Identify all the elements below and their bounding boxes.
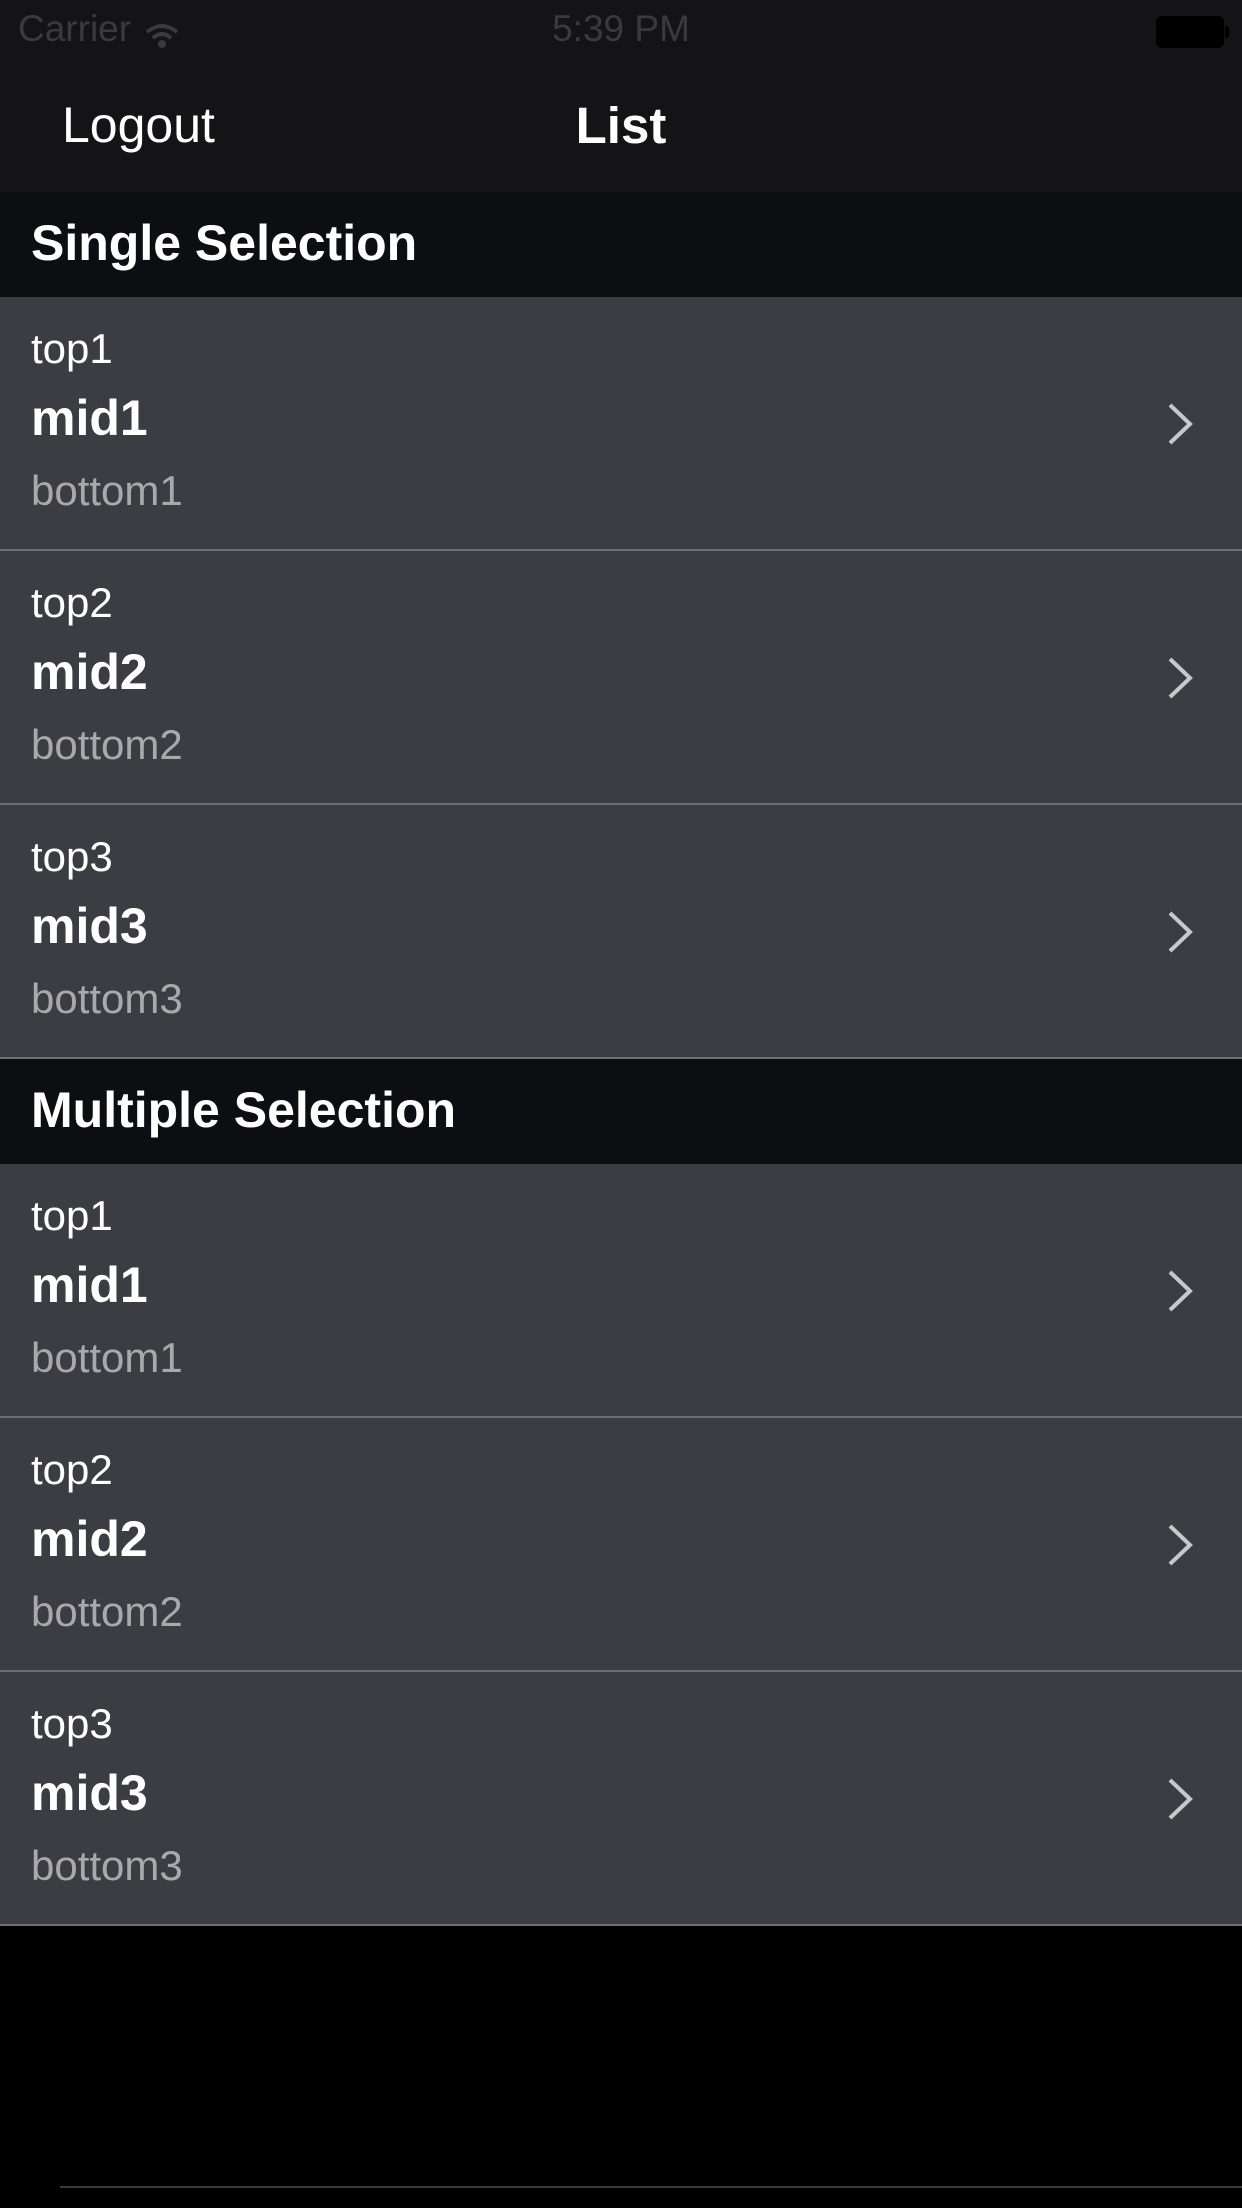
chevron-right-icon bbox=[1168, 1778, 1193, 1820]
list-item[interactable]: top2 mid2 bottom2 bbox=[0, 1418, 1242, 1672]
row-mid-label: mid2 bbox=[31, 1511, 148, 1567]
row-mid-label: mid1 bbox=[31, 390, 148, 446]
row-bottom-label: bottom2 bbox=[31, 1588, 183, 1635]
navigation-bar: Logout List bbox=[0, 60, 1242, 192]
row-top-label: top2 bbox=[31, 579, 113, 626]
row-bottom-label: bottom1 bbox=[31, 1334, 183, 1381]
row-mid-label: mid1 bbox=[31, 1257, 148, 1313]
row-mid-label: mid2 bbox=[31, 644, 148, 700]
chevron-right-icon bbox=[1168, 1270, 1193, 1312]
list-item[interactable]: top1 mid1 bottom1 bbox=[0, 1164, 1242, 1418]
row-bottom-label: bottom3 bbox=[31, 975, 183, 1022]
battery-icon bbox=[1156, 16, 1229, 48]
row-top-label: top2 bbox=[31, 1446, 113, 1493]
row-top-label: top3 bbox=[31, 833, 113, 880]
table-view[interactable]: Single Selection top1 mid1 bottom1 top2 … bbox=[0, 192, 1242, 1926]
chevron-right-icon bbox=[1168, 911, 1193, 953]
row-bottom-label: bottom1 bbox=[31, 467, 183, 514]
status-bar: Carrier 5:39 PM bbox=[0, 0, 1242, 60]
list-item[interactable]: top3 mid3 bottom3 bbox=[0, 805, 1242, 1059]
section-header-single-selection: Single Selection bbox=[0, 192, 1242, 297]
chevron-right-icon bbox=[1168, 1524, 1193, 1566]
chevron-right-icon bbox=[1168, 403, 1193, 445]
row-top-label: top1 bbox=[31, 325, 113, 372]
list-item[interactable]: top3 mid3 bottom3 bbox=[0, 1672, 1242, 1926]
row-bottom-label: bottom3 bbox=[31, 1842, 183, 1889]
row-bottom-label: bottom2 bbox=[31, 721, 183, 768]
section-header-multiple-selection: Multiple Selection bbox=[0, 1059, 1242, 1164]
row-mid-label: mid3 bbox=[31, 1765, 148, 1821]
list-item[interactable]: top2 mid2 bottom2 bbox=[0, 551, 1242, 805]
bottom-divider bbox=[60, 2186, 1242, 2188]
row-mid-label: mid3 bbox=[31, 898, 148, 954]
page-title: List bbox=[575, 97, 667, 154]
chevron-right-icon bbox=[1168, 657, 1193, 699]
list-item[interactable]: top1 mid1 bottom1 bbox=[0, 297, 1242, 551]
row-top-label: top3 bbox=[31, 1700, 113, 1747]
row-top-label: top1 bbox=[31, 1192, 113, 1239]
status-time: 5:39 PM bbox=[552, 8, 690, 49]
